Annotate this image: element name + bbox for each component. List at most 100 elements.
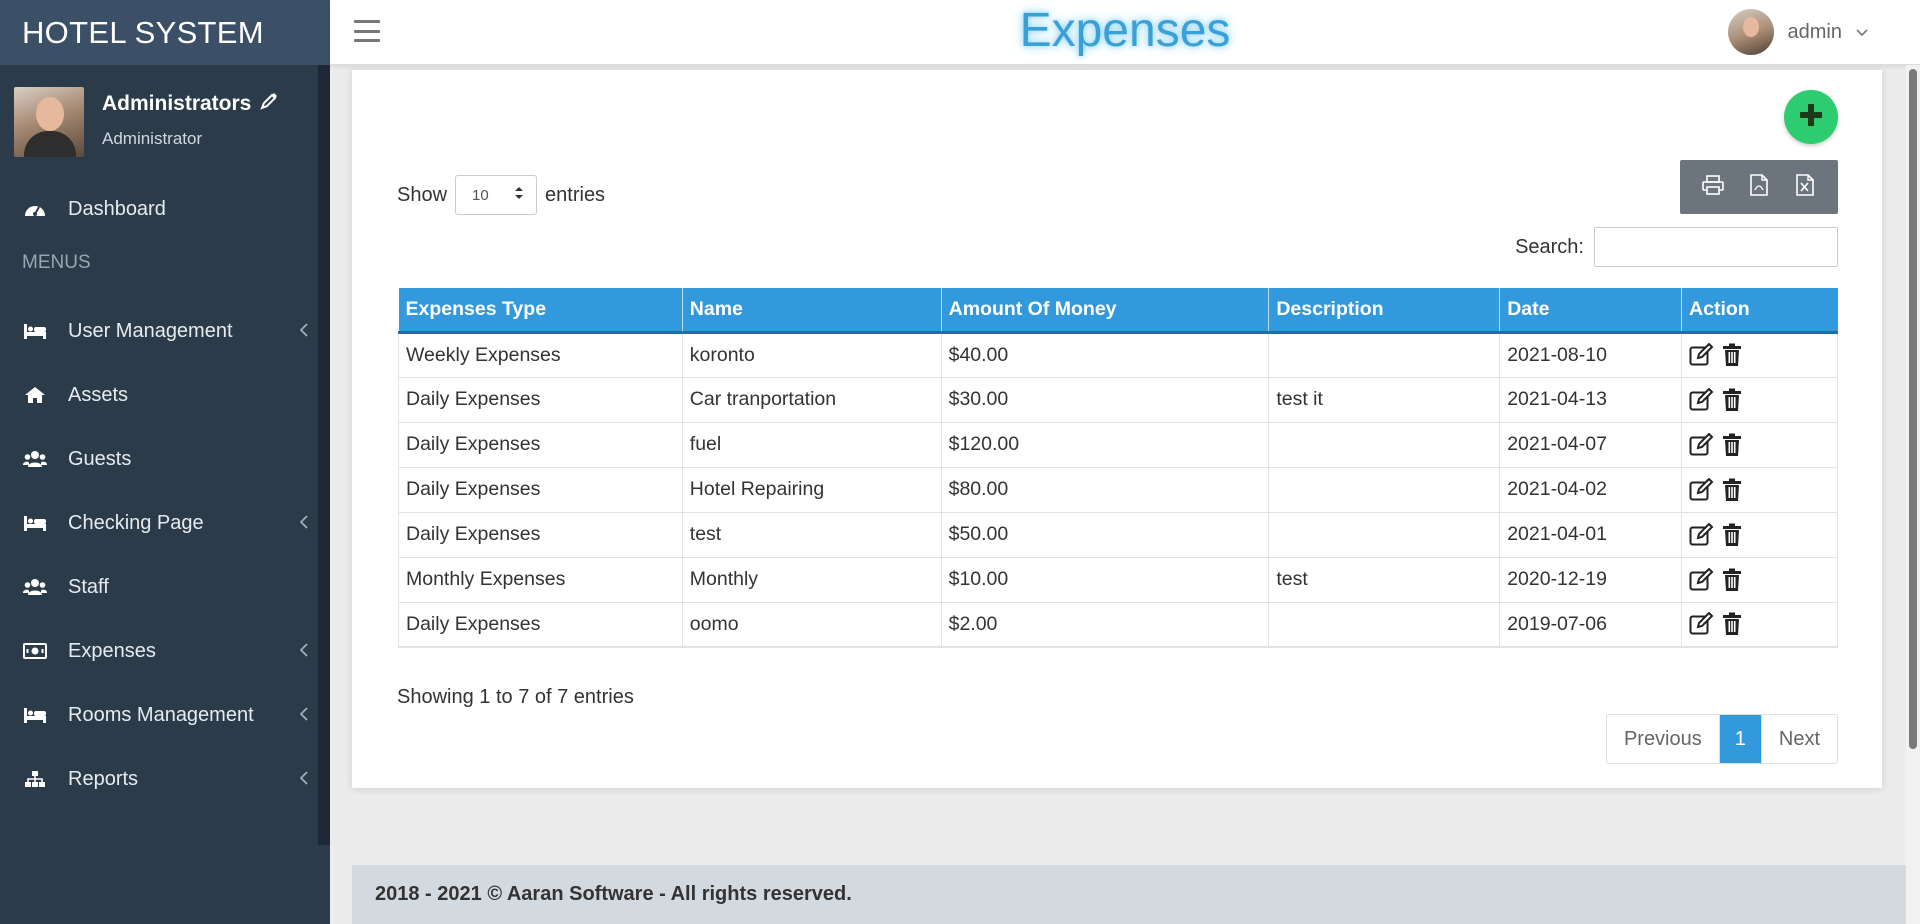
table-cell: Daily Expenses — [398, 601, 683, 648]
brand-logo[interactable]: HOTEL SYSTEM — [0, 0, 330, 65]
action-cell — [1681, 331, 1838, 378]
edit-icon[interactable] — [1689, 477, 1715, 503]
search-label: Search: — [1515, 235, 1584, 258]
add-expense-button[interactable] — [1784, 90, 1838, 144]
trash-icon[interactable] — [1719, 522, 1745, 548]
sidebar-scrollbar[interactable] — [318, 65, 330, 845]
sidebar-item-label: Staff — [68, 575, 109, 598]
chevron-down-icon — [1856, 21, 1868, 44]
edit-profile-icon[interactable] — [259, 91, 279, 117]
user-menu[interactable]: admin — [1727, 9, 1868, 55]
table-row: Daily Expenses test $50.00 2021-04-01 — [398, 511, 1838, 558]
table-cell: koronto — [681, 331, 942, 378]
sidebar-item-checking-page[interactable]: Checking Page — [0, 491, 330, 555]
sidebar-item-expenses[interactable]: Expenses — [0, 619, 330, 683]
edit-icon[interactable] — [1689, 567, 1715, 593]
page-size-select[interactable]: 10 — [455, 175, 538, 215]
column-header[interactable]: Action — [1681, 288, 1838, 334]
table-row: Monthly Expenses Monthly $10.00 test 2020-12… — [398, 556, 1838, 603]
trash-icon[interactable] — [1719, 387, 1745, 413]
action-cell — [1681, 601, 1838, 648]
sidebar-item-rooms-management[interactable]: Rooms Management — [0, 683, 330, 747]
table-cell: $30.00 — [940, 376, 1270, 423]
next-button[interactable]: Next — [1762, 715, 1837, 763]
table-row: Weekly Expenses koronto $40.00 2021-08-10 — [398, 331, 1838, 378]
action-cell — [1681, 511, 1838, 558]
edit-icon[interactable] — [1689, 611, 1715, 637]
trash-icon[interactable] — [1719, 432, 1745, 458]
table-cell: Car tranportation — [681, 376, 942, 423]
print-button[interactable] — [1697, 171, 1729, 203]
chevron-left-icon — [299, 513, 308, 534]
table-row: Daily Expenses Hotel Repairing $80.00 2021-… — [398, 466, 1838, 513]
menus-heading: MENUS — [22, 252, 91, 273]
profile-name: Administrators — [102, 92, 252, 115]
table-cell: test it — [1268, 376, 1501, 423]
table-cell — [1268, 421, 1501, 468]
column-header[interactable]: Description — [1268, 288, 1501, 334]
search-input[interactable] — [1594, 227, 1838, 267]
home-icon — [22, 385, 48, 405]
print-icon — [1702, 174, 1724, 200]
edit-icon[interactable] — [1689, 387, 1715, 413]
table-cell — [1268, 466, 1501, 513]
expenses-table: Expenses Type Name Amount Of Money Descript… — [398, 288, 1838, 648]
column-header[interactable]: Name — [682, 288, 942, 334]
sidebar-item-user-management[interactable]: User Management — [0, 299, 330, 363]
chevron-left-icon — [299, 705, 308, 726]
avatar — [14, 87, 84, 157]
pdf-button[interactable] — [1743, 171, 1775, 203]
trash-icon[interactable] — [1719, 342, 1745, 368]
table-cell: Daily Expenses — [398, 421, 683, 468]
column-header[interactable]: Amount Of Money — [941, 288, 1270, 334]
table-cell — [1268, 601, 1501, 648]
bed-icon — [22, 705, 48, 725]
profile-role: Administrator — [102, 129, 203, 148]
table-cell: Monthly Expenses — [398, 556, 683, 603]
table-cell: oomo — [681, 601, 942, 648]
sidebar-item-dashboard[interactable]: Dashboard — [0, 177, 330, 241]
action-cell — [1681, 556, 1838, 603]
table-cell: $80.00 — [940, 466, 1270, 513]
sidebar-item-label: User Management — [68, 319, 233, 342]
chevron-left-icon — [299, 769, 308, 790]
edit-icon[interactable] — [1689, 342, 1715, 368]
sitemap-icon — [22, 769, 48, 789]
sidebar-item-label: Reports — [68, 767, 139, 790]
sort-icon — [514, 186, 524, 204]
trash-icon[interactable] — [1719, 477, 1745, 503]
page-title: Expenses — [1019, 4, 1231, 57]
users-icon — [22, 449, 48, 469]
table-header-row: Expenses Type Name Amount Of Money Descript… — [398, 288, 1838, 334]
page-size-control: Show 10 entries — [397, 175, 605, 215]
edit-icon[interactable] — [1689, 522, 1715, 548]
menu-toggle-icon[interactable] — [354, 20, 380, 42]
edit-icon[interactable] — [1689, 432, 1715, 458]
page-button[interactable]: 1 — [1719, 715, 1762, 763]
trash-icon[interactable] — [1719, 611, 1745, 637]
page-size-value: 10 — [472, 186, 489, 204]
chevron-left-icon — [299, 641, 308, 662]
table-cell: test — [1268, 556, 1501, 603]
sidebar-item-staff[interactable]: Staff — [0, 555, 330, 619]
page-scrollbar[interactable] — [1906, 65, 1920, 924]
sidebar-item-guests[interactable]: Guests — [0, 427, 330, 491]
column-header[interactable]: Date — [1499, 288, 1683, 334]
trash-icon[interactable] — [1719, 567, 1745, 593]
previous-button[interactable]: Previous — [1607, 715, 1720, 763]
search-control: Search: — [1515, 227, 1838, 267]
users-icon — [22, 577, 48, 597]
table-row: Daily Expenses oomo $2.00 2019-07-06 — [398, 601, 1838, 648]
sidebar-item-label: Expenses — [68, 639, 156, 662]
topbar: Expenses admin — [330, 0, 1920, 65]
table-cell: $50.00 — [940, 511, 1270, 558]
sidebar-item-reports[interactable]: Reports — [0, 747, 330, 811]
dashboard-icon — [22, 199, 48, 219]
action-cell — [1681, 466, 1838, 513]
column-header[interactable]: Expenses Type — [398, 288, 683, 334]
bed-icon — [22, 513, 48, 533]
excel-button[interactable] — [1789, 171, 1821, 203]
table-cell: 2019-07-06 — [1499, 601, 1683, 648]
table-cell: Daily Expenses — [398, 376, 683, 423]
sidebar-item-assets[interactable]: Assets — [0, 363, 330, 427]
